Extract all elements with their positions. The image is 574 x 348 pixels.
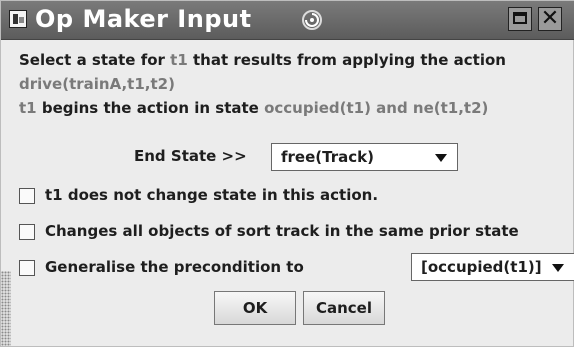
instruction-line-1: Select a state for t1 that results from … <box>19 51 506 69</box>
maximize-icon <box>513 12 527 24</box>
instruction-variable: t1 <box>170 51 188 69</box>
no-change-checkbox[interactable] <box>19 188 35 204</box>
resize-grip-icon[interactable] <box>1 271 11 346</box>
title-bar[interactable]: Op Maker Input ✕ <box>1 1 574 40</box>
ok-button[interactable]: OK <box>214 291 296 325</box>
instruction-suffix: that results from applying the action <box>187 51 506 69</box>
swirl-icon <box>302 10 322 30</box>
begin-variable: t1 <box>19 99 37 117</box>
maximize-button[interactable] <box>508 7 532 31</box>
change-all-label: Changes all objects of sort track in the… <box>45 222 519 240</box>
close-icon: ✕ <box>540 6 560 31</box>
instruction-line-3: t1 begins the action in state occupied(t… <box>19 99 488 117</box>
change-all-checkbox[interactable] <box>19 224 35 240</box>
dropdown-arrow-icon <box>435 154 447 162</box>
instruction-prefix: Select a state for <box>19 51 171 69</box>
end-state-value: free(Track) <box>281 148 374 166</box>
begin-text: begins the action in state <box>36 99 265 117</box>
dialog-content: Select a state for t1 that results from … <box>1 39 574 348</box>
end-state-dropdown[interactable]: free(Track) <box>271 143 458 171</box>
instruction-action: drive(trainA,t1,t2) <box>19 75 175 93</box>
close-button[interactable]: ✕ <box>538 7 562 31</box>
window-title: Op Maker Input <box>35 5 252 33</box>
generalise-checkbox[interactable] <box>19 260 35 276</box>
generalise-dropdown[interactable]: [occupied(t1)] <box>411 253 574 281</box>
op-maker-window: Op Maker Input ✕ Select a state for t1 t… <box>0 0 574 347</box>
generalise-value: [occupied(t1)] <box>421 258 542 276</box>
app-icon[interactable] <box>9 10 27 28</box>
no-change-label: t1 does not change state in this action. <box>45 186 379 204</box>
begin-state: occupied(t1) and ne(t1,t2) <box>264 99 489 117</box>
generalise-label: Generalise the precondition to <box>45 258 304 276</box>
cancel-button[interactable]: Cancel <box>303 291 385 325</box>
dropdown-arrow-icon <box>552 264 564 272</box>
end-state-label: End State >> <box>134 147 247 165</box>
